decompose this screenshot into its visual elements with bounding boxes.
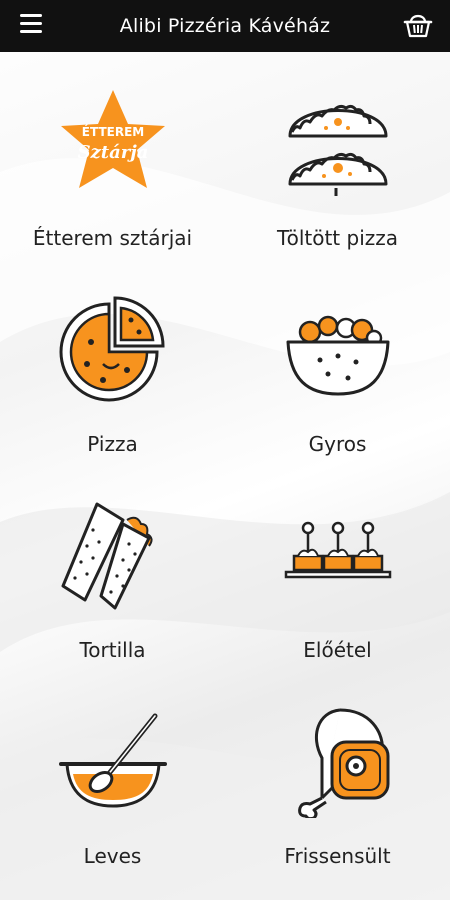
category-tile-toltott-pizza[interactable]: Töltött pizza	[225, 52, 450, 258]
meat-leg-icon	[297, 708, 389, 818]
category-label: Tortilla	[79, 638, 146, 662]
badge-text-bottom: Sztárja	[77, 142, 148, 163]
basket-icon[interactable]	[402, 9, 434, 41]
category-tile-pizza[interactable]: Pizza	[0, 258, 225, 464]
category-label: Töltött pizza	[276, 226, 398, 250]
appetizer-skewers-icon	[284, 521, 391, 579]
category-label: Leves	[83, 844, 142, 868]
category-label: Pizza	[87, 432, 138, 456]
app-header: Alibi Pizzéria Kávéház	[0, 0, 450, 52]
calzone-icon	[288, 104, 387, 196]
pizza-icon	[59, 296, 165, 402]
star-badge-icon: ÉTTEREM Sztárja	[60, 90, 165, 188]
tortilla-wrap-icon	[61, 502, 153, 610]
category-tile-frissensult[interactable]: Frissensült	[225, 670, 450, 876]
gyros-bowl-icon	[286, 315, 389, 396]
category-label: Étterem sztárjai	[32, 226, 193, 250]
hamburger-menu-icon[interactable]	[20, 14, 44, 36]
category-tile-eloetel[interactable]: Előétel	[225, 464, 450, 670]
category-tile-gyros[interactable]: Gyros	[225, 258, 450, 464]
category-label: Frissensült	[284, 844, 391, 868]
badge-text-top: ÉTTEREM	[81, 124, 143, 139]
app-title: Alibi Pizzéria Kávéház	[119, 15, 331, 37]
category-label: Előétel	[303, 638, 372, 662]
category-grid: ÉTTEREM Sztárja Étterem sztárjai Töltött…	[0, 52, 450, 900]
category-tile-tortilla[interactable]: Tortilla	[0, 464, 225, 670]
category-tile-leves[interactable]: Leves	[0, 670, 225, 876]
soup-bowl-icon	[58, 713, 167, 808]
category-label: Gyros	[308, 432, 367, 456]
category-tile-etterem-sztarjai[interactable]: ÉTTEREM Sztárja Étterem sztárjai	[0, 52, 225, 258]
